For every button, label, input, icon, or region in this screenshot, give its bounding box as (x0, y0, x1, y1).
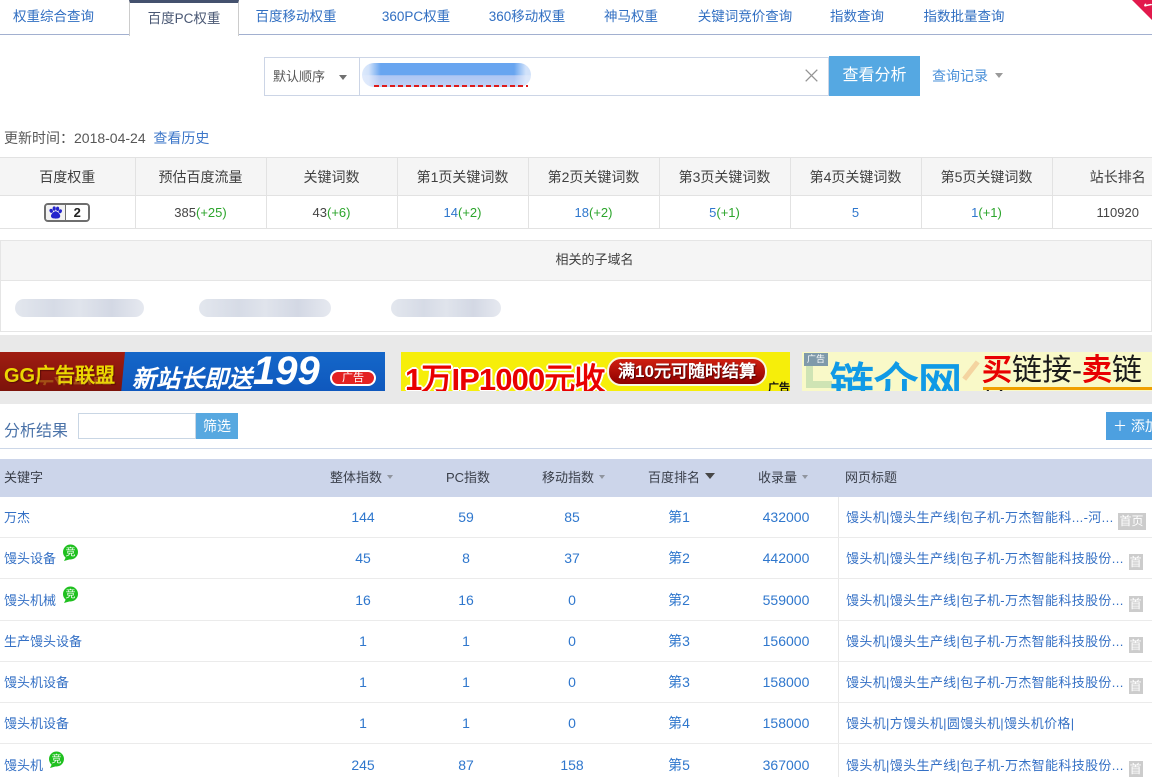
svg-text:竞: 竞 (52, 753, 62, 766)
svg-text:竞: 竞 (66, 588, 76, 601)
svg-text:竞: 竞 (66, 546, 76, 559)
